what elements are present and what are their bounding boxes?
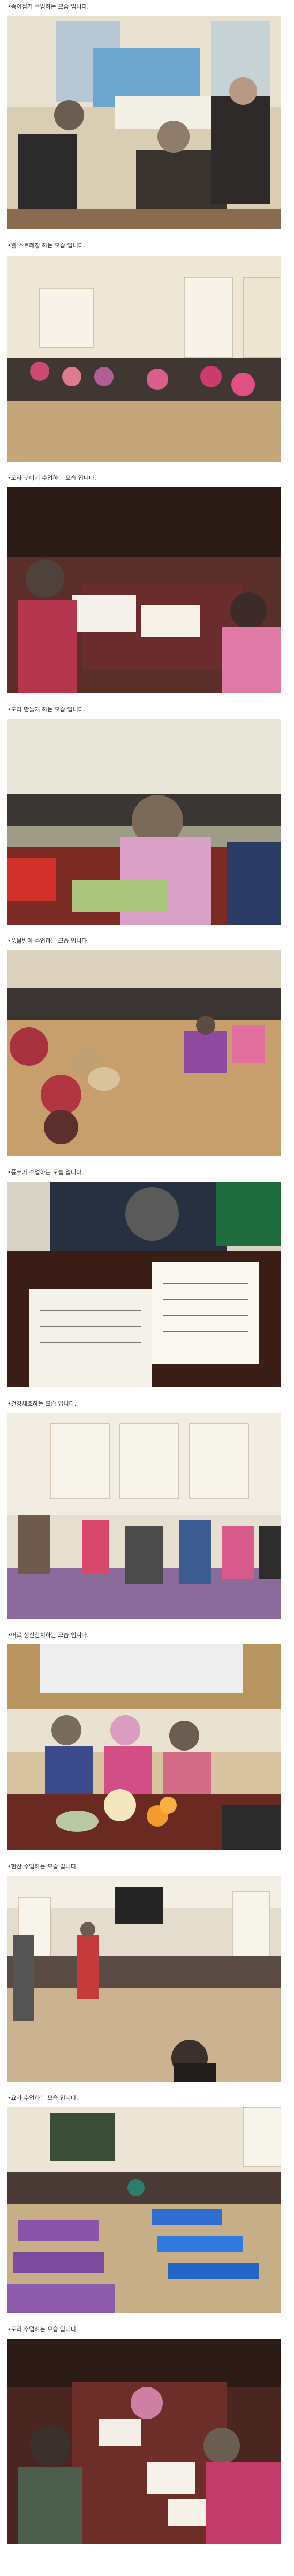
post-caption: •건강체조하는 모습 입니다. [7,1400,77,1407]
post-caption: •풍물반이 수업하는 모습 입니다. [7,937,89,944]
post-photo[interactable] [7,719,281,925]
post-photo[interactable] [7,1876,281,2082]
post-caption: •웰 스트레칭 하는 모습 입니다. [7,242,86,249]
post-photo[interactable] [7,16,281,229]
post-caption: •풍쓰기 수업하는 모습 입니다. [7,1169,84,1176]
photo-icon [7,2339,281,2544]
post-photo[interactable] [7,950,281,1156]
post-photo[interactable] [7,1644,281,1850]
post-photo[interactable] [7,1182,281,1387]
post-caption: •요가 수업하는 모습 입니다. [7,2094,78,2101]
post-caption: •어르 생신잔치하는 모습 입니다. [7,1632,89,1639]
photo-icon [7,719,281,925]
photo-icon [7,487,281,693]
photo-icon [7,1876,281,2082]
post-caption: •한산 수업하는 모습 입니다. [7,1863,78,1870]
photo-icon [7,1182,281,1387]
post-photo[interactable] [7,487,281,693]
post-photo[interactable] [7,2107,281,2313]
post-photo[interactable] [7,2339,281,2544]
post-caption: •종이접기 수업하는 모습 입니다. [7,3,89,10]
photo-icon [7,1644,281,1850]
post-caption: •도라 붓미기 수업하는 모습 입니다. [7,475,96,482]
photo-icon [7,950,281,1156]
photo-icon [7,16,281,229]
post-caption: •도리 수업하는 모습 입니다. [7,2326,78,2333]
photo-icon [7,256,281,462]
post-photo[interactable] [7,1413,281,1619]
post-caption: •도라 만들기 하는 모습 입니다. [7,706,86,713]
post-photo[interactable] [7,256,281,462]
photo-icon [7,2107,281,2313]
photo-icon [7,1413,281,1619]
